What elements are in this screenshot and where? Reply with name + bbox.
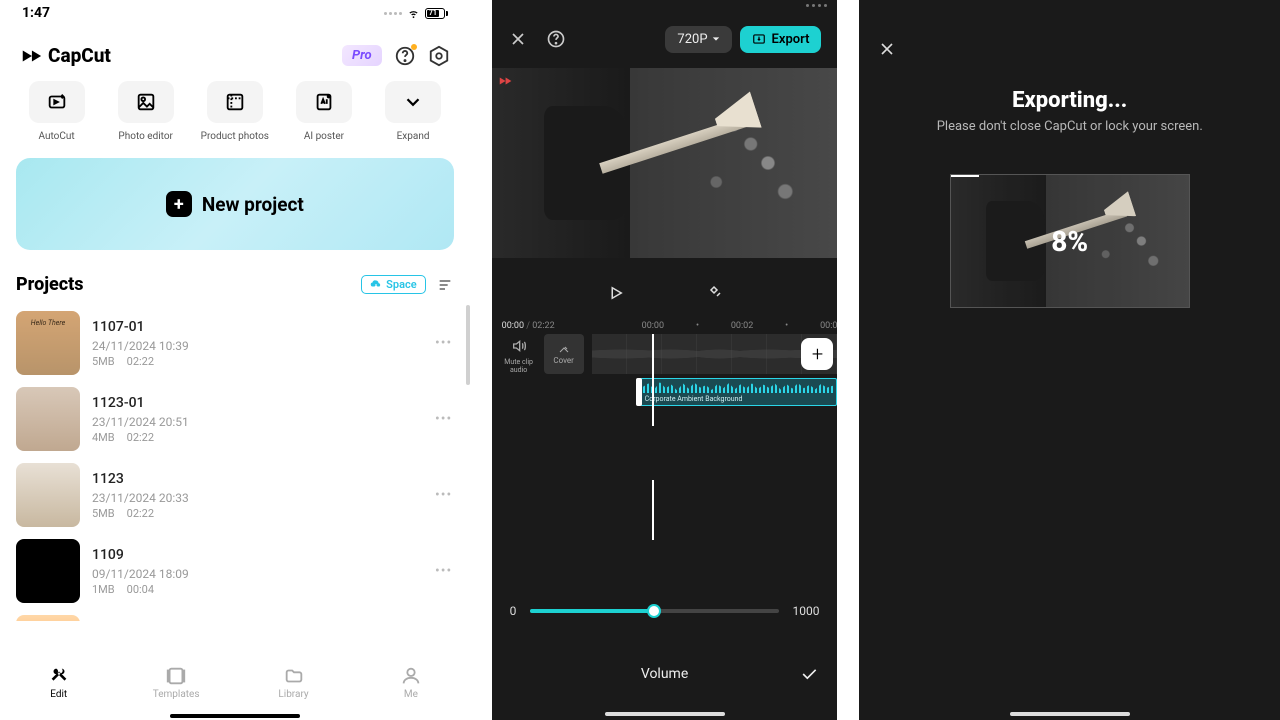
volume-slider-row: 0 1000 [492, 596, 838, 626]
volume-max: 1000 [793, 604, 820, 618]
help-icon[interactable] [394, 45, 416, 67]
fullscreen-icon[interactable] [705, 284, 723, 302]
add-clip-button[interactable]: + [801, 338, 833, 370]
confirm-icon[interactable] [799, 664, 819, 684]
export-screen: Exporting... Please don't close CapCut o… [859, 0, 1280, 720]
project-item[interactable]: 1123 23/11/2024 20:33 5MB02:22 ••• [16, 457, 454, 533]
projects-title: Projects [16, 274, 84, 295]
project-thumb: Hello There [16, 311, 80, 375]
export-preview: 8% [950, 174, 1190, 308]
timeline[interactable]: Mute clip audio Cover + Corporate Ambien… [492, 334, 838, 410]
close-icon[interactable] [508, 29, 528, 49]
editor-header: 720P Export [492, 20, 838, 58]
project-thumb [16, 615, 80, 621]
play-controls [492, 268, 838, 318]
new-project-button[interactable]: + New project [16, 158, 454, 250]
capcut-watermark-icon [498, 74, 512, 88]
time-ruler: 00:00 / 02:22 00:00• 00:02• 00:0 [492, 318, 838, 334]
home-indicator [170, 714, 300, 718]
project-item[interactable]: Hello There 1107-01 24/11/2024 10:39 5MB… [16, 305, 454, 381]
tab-me[interactable]: Me [352, 652, 469, 712]
more-icon[interactable]: ••• [434, 411, 454, 427]
status-icons: 71 [384, 8, 448, 19]
space-button[interactable]: Space [361, 275, 425, 294]
help-icon[interactable] [546, 29, 566, 49]
tool-autocut[interactable]: AutoCut [16, 81, 97, 142]
wifi-icon [406, 8, 421, 19]
sort-icon[interactable] [436, 277, 454, 293]
editor-screen: 720P Export 00:00 / 02:22 00:00• 00:02• … [492, 0, 838, 720]
clock: 1:47 [22, 5, 50, 21]
scrollbar[interactable] [466, 305, 470, 385]
play-icon[interactable] [607, 284, 625, 302]
volume-slider[interactable] [530, 609, 778, 613]
cover-button[interactable]: Cover [544, 334, 584, 374]
home-screen: 1:47 71 CapCut Pro [0, 0, 470, 720]
project-thumb [16, 463, 80, 527]
pro-badge[interactable]: Pro [342, 45, 382, 66]
tool-row: AutoCut Photo editor Product photos AI p… [0, 75, 470, 142]
tool-product-photos[interactable]: Product photos [194, 81, 275, 142]
home-indicator [605, 712, 725, 716]
more-icon[interactable]: ••• [434, 335, 454, 351]
projects-header: Projects Space [0, 250, 470, 305]
home-indicator [1010, 712, 1130, 716]
tool-expand[interactable]: Expand [373, 81, 454, 142]
more-icon[interactable]: ••• [434, 487, 454, 503]
volume-panel: Volume [492, 652, 838, 696]
project-item[interactable]: 1109 09/11/2024 18:09 1MB00:04 ••• [16, 533, 454, 609]
tab-edit[interactable]: Edit [0, 652, 117, 712]
tab-bar: Edit Templates Library Me [0, 652, 470, 712]
close-icon[interactable] [877, 39, 897, 59]
tab-library[interactable]: Library [235, 652, 352, 712]
project-list[interactable]: Hello There 1107-01 24/11/2024 10:39 5MB… [0, 305, 470, 621]
logo: CapCut [20, 44, 111, 67]
tab-templates[interactable]: Templates [117, 652, 234, 712]
project-item[interactable]: 1123-01 23/11/2024 20:51 4MB02:22 ••• [16, 381, 454, 457]
tool-ai-poster[interactable]: AI poster [283, 81, 364, 142]
playhead[interactable] [652, 334, 654, 426]
tool-photo-editor[interactable]: Photo editor [105, 81, 186, 142]
project-item[interactable]: 1107 [16, 609, 454, 621]
project-thumb [16, 539, 80, 603]
app-header: CapCut Pro [0, 32, 470, 75]
settings-icon[interactable] [428, 45, 450, 67]
audio-track[interactable]: Corporate Ambient Background [640, 378, 838, 406]
status-bar: 1:47 71 [0, 0, 470, 26]
more-icon[interactable]: ••• [434, 563, 454, 579]
export-button[interactable]: Export [740, 26, 822, 53]
audio-clip-handle[interactable] [636, 378, 642, 406]
export-title: Exporting... [859, 88, 1280, 113]
export-percent: 8% [951, 175, 1189, 307]
plus-icon: + [166, 191, 192, 217]
volume-min: 0 [510, 604, 517, 618]
video-preview[interactable] [492, 68, 838, 258]
project-thumb [16, 387, 80, 451]
mute-button[interactable]: Mute clip audio [498, 338, 540, 374]
resolution-button[interactable]: 720P [665, 26, 731, 53]
export-subtitle: Please don't close CapCut or lock your s… [859, 119, 1280, 134]
